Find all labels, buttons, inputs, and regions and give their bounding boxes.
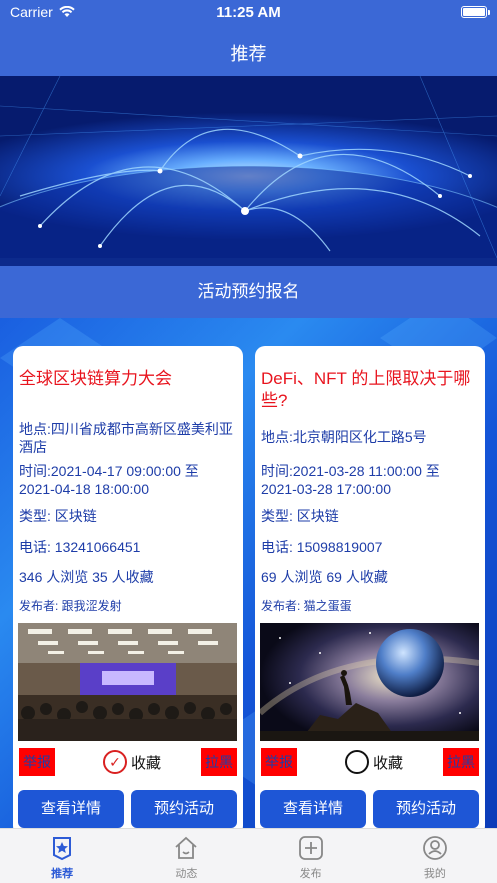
event-time: 时间:2021-03-28 11:00:00 至 2021-03-28 17:0…: [261, 463, 440, 497]
circle-icon: [345, 750, 369, 774]
event-phone[interactable]: 电话: 13241066451: [19, 537, 237, 557]
event-phone[interactable]: 电话: 15098819007: [261, 537, 479, 557]
favorite-toggle[interactable]: 收藏: [345, 750, 403, 774]
battery-icon: [461, 6, 490, 18]
globe-network-graphic: [0, 76, 497, 258]
favorite-label: 收藏: [373, 754, 404, 772]
view-details-button[interactable]: 查看详情: [260, 790, 366, 828]
favorite-label: 收藏: [131, 754, 162, 772]
event-photo[interactable]: [260, 623, 479, 741]
event-location: 地点:四川省成都市高新区盛美利亚酒店: [19, 421, 233, 455]
tab-recommend[interactable]: 推荐: [0, 829, 124, 883]
tab-publish[interactable]: 发布: [249, 829, 373, 883]
top-bar: Carrier 11:25 AM 推荐: [0, 0, 497, 76]
tab-profile[interactable]: 我的: [373, 829, 497, 883]
section-title: 活动预约报名: [0, 266, 497, 318]
event-stats: 346 人浏览 35 人收藏: [19, 569, 154, 585]
event-title: DeFi、NFT 的上限取决于哪些?: [261, 369, 471, 410]
event-stats: 69 人浏览 69 人收藏: [261, 569, 388, 585]
event-card[interactable]: 全球区块链算力大会 地点:四川省成都市高新区盛美利亚酒店 时间:2021-04-…: [13, 346, 243, 836]
event-publisher: 发布者: 跟我涩发射: [19, 599, 122, 613]
star-badge-icon: [53, 837, 72, 861]
check-circle-icon: ✓: [103, 750, 127, 774]
block-button[interactable]: 拉黑: [201, 748, 237, 776]
event-publisher: 发布者: 猫之蛋蛋: [261, 599, 352, 613]
page-title: 推荐: [230, 44, 267, 64]
status-time: 11:25 AM: [216, 4, 281, 21]
home-icon: [175, 836, 197, 859]
reserve-event-button[interactable]: 预约活动: [373, 790, 479, 828]
banner-image[interactable]: [0, 76, 497, 258]
reserve-event-button[interactable]: 预约活动: [131, 790, 237, 828]
tab-bar: 推荐 动态 发布 我的: [0, 828, 497, 883]
plus-square-icon: [298, 836, 323, 860]
event-time: 时间:2021-04-17 09:00:00 至 2021-04-18 18:0…: [19, 463, 199, 497]
event-type: 类型: 区块链: [19, 508, 97, 524]
tab-feed[interactable]: 动态: [124, 829, 248, 883]
event-card[interactable]: DeFi、NFT 的上限取决于哪些? 地点:北京朝阳区化工路5号 时间:2021…: [255, 346, 485, 836]
event-title: 全球区块链算力大会: [19, 369, 172, 388]
block-button[interactable]: 拉黑: [443, 748, 479, 776]
event-photo[interactable]: [18, 623, 237, 741]
view-details-button[interactable]: 查看详情: [18, 790, 124, 828]
status-bar: Carrier 11:25 AM: [10, 4, 490, 24]
report-button[interactable]: 举报: [261, 748, 297, 776]
report-button[interactable]: 举报: [19, 748, 55, 776]
user-circle-icon: [422, 836, 447, 860]
favorite-toggle[interactable]: ✓ 收藏: [103, 750, 161, 774]
event-type: 类型: 区块链: [261, 508, 339, 524]
event-location: 地点:北京朝阳区化工路5号: [261, 429, 427, 445]
